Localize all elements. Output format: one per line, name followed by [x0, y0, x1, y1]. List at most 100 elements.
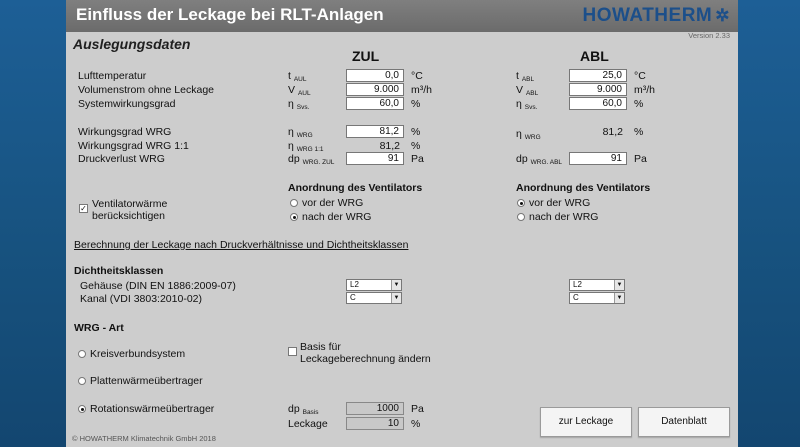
abl-kanal-select[interactable]: C ▼: [569, 292, 625, 304]
abl-temperature-unit: °C: [634, 70, 646, 82]
leckage-label: Leckage: [288, 418, 328, 430]
zul-wrg11-sym: η: [288, 140, 294, 152]
zul-t-sub: AUL: [293, 76, 307, 83]
abl-eta-sub: Svs.: [524, 104, 538, 111]
zul-eta-symbol: η Svs.: [288, 98, 310, 111]
zul-volume-input[interactable]: 9.000: [346, 83, 404, 96]
version-label: Version 2.33: [688, 31, 730, 40]
abl-dp-sub: WRG. ABL: [530, 159, 563, 166]
ventilatorwaerme-label-line1: Ventilatorwärme: [92, 198, 168, 210]
abl-system-efficiency-input[interactable]: 60,0: [569, 97, 627, 110]
zul-v-symbol: V AUL: [288, 84, 311, 97]
abl-gehaeuse-select[interactable]: L2 ▼: [569, 279, 625, 291]
berechnung-link[interactable]: Berechnung der Leckage nach Druckverhält…: [74, 239, 408, 251]
basis-checkbox[interactable]: [288, 347, 297, 356]
zul-wrg11-sub: WRG 1:1: [296, 146, 324, 153]
abl-eta-sym: η: [516, 98, 522, 110]
abl-t-symbol: t ABL: [516, 70, 534, 83]
zul-pressure-drop-unit: Pa: [411, 153, 424, 165]
zul-pressure-drop-input[interactable]: 91: [346, 152, 404, 165]
chevron-down-icon[interactable]: ▼: [391, 293, 401, 303]
abl-t-sym: t: [516, 70, 519, 82]
ventilatorwaerme-checkbox[interactable]: ✓: [79, 204, 88, 213]
dp-basis-sym: dp: [288, 403, 300, 415]
kreisverbund-radio[interactable]: [78, 350, 86, 358]
zul-anordnung-title: Anordnung des Ventilators: [288, 182, 423, 194]
rotation-label: Rotationswärmeübertrager: [90, 403, 215, 415]
abl-dp-sym: dp: [516, 153, 528, 165]
zul-kanal-value: C: [350, 293, 356, 302]
label-kanal: Kanal (VDI 3803:2010-02): [80, 293, 202, 305]
leckage-field: 10: [346, 417, 404, 430]
dp-basis-sub: Basis: [302, 409, 319, 416]
abl-v-symbol: V ABL: [516, 84, 538, 97]
zul-dp-sym: dp: [288, 153, 300, 165]
abl-system-efficiency-unit: %: [634, 98, 644, 110]
abl-after-wrg-radio[interactable]: [517, 213, 525, 221]
zul-column-header: ZUL: [352, 48, 380, 64]
label-wirkungsgrad-wrg: Wirkungsgrad WRG: [78, 126, 172, 138]
chevron-down-icon[interactable]: ▼: [614, 293, 624, 303]
zul-eta-sym: η: [288, 98, 294, 110]
abl-wrg-value: 81,2: [602, 126, 623, 138]
zul-system-efficiency-unit: %: [411, 98, 421, 110]
dp-basis-field: 1000: [346, 402, 404, 415]
abl-wrg-unit: %: [634, 126, 644, 138]
zul-wrg11-value: 81,2: [379, 140, 400, 152]
abl-before-wrg-radio[interactable]: [517, 199, 525, 207]
abl-dp-symbol: dp WRG. ABL: [516, 153, 563, 166]
zul-gehaeuse-value: L2: [350, 280, 359, 289]
abl-wrg-symbol: η WRG: [516, 128, 541, 141]
abl-v-sym: V: [516, 84, 524, 96]
label-druckverlust-wrg: Druckverlust WRG: [78, 153, 165, 165]
abl-volume-unit: m³/h: [634, 84, 655, 96]
zul-t-symbol: t AUL: [288, 70, 307, 83]
chevron-down-icon[interactable]: ▼: [614, 280, 624, 290]
label-volumenstrom: Volumenstrom ohne Leckage: [78, 84, 215, 96]
abl-wrg-sub: WRG: [524, 134, 541, 141]
zul-dp-sub: WRG. ZUL: [302, 159, 335, 166]
copyright-footer: © HOWATHERM Klimatechnik GmbH 2018: [72, 434, 216, 443]
zul-before-wrg-radio[interactable]: [290, 199, 298, 207]
rotation-radio[interactable]: [78, 405, 86, 413]
zul-temperature-input[interactable]: 0,0: [346, 69, 404, 82]
title-bar: Einfluss der Leckage bei RLT-Anlagen HOW…: [66, 0, 738, 32]
company-logo: HOWATHERM ✲: [583, 5, 731, 27]
platten-radio[interactable]: [78, 377, 86, 385]
abl-before-wrg-label: vor der WRG: [529, 197, 591, 209]
datenblatt-button[interactable]: Datenblatt: [638, 407, 730, 437]
section-title: Auslegungsdaten: [73, 36, 191, 52]
zul-eta-sub: Svs.: [296, 104, 310, 111]
label-wirkungsgrad-wrg-11: Wirkungsgrad WRG 1:1: [78, 140, 189, 152]
app-window: Einfluss der Leckage bei RLT-Anlagen HOW…: [66, 0, 738, 447]
abl-anordnung-title: Anordnung des Ventilators: [516, 182, 651, 194]
zul-temperature-unit: °C: [411, 70, 423, 82]
abl-pressure-drop-unit: Pa: [634, 153, 647, 165]
zul-dp-symbol: dp WRG. ZUL: [288, 153, 335, 166]
dichtheitsklassen-title: Dichtheitsklassen: [74, 265, 164, 277]
ventilatorwaerme-label-line2: berücksichtigen: [92, 210, 165, 222]
chevron-down-icon[interactable]: ▼: [391, 280, 401, 290]
label-systemwirkungsgrad: Systemwirkungsgrad: [78, 98, 176, 110]
zul-wrg-sub: WRG: [296, 132, 313, 139]
abl-volume-input[interactable]: 9.000: [569, 83, 627, 96]
zul-wrg11-unit: %: [411, 140, 421, 152]
zul-gehaeuse-select[interactable]: L2 ▼: [346, 279, 402, 291]
abl-kanal-value: C: [573, 293, 579, 302]
abl-pressure-drop-input[interactable]: 91: [569, 152, 627, 165]
zul-wrg-efficiency-input[interactable]: 81,2: [346, 125, 404, 138]
basis-label-line1: Basis für: [300, 341, 341, 353]
zul-wrg-symbol: η WRG: [288, 126, 313, 139]
abl-temperature-input[interactable]: 25,0: [569, 69, 627, 82]
zur-leckage-button[interactable]: zur Leckage: [540, 407, 632, 437]
kreisverbund-label: Kreisverbundsystem: [90, 348, 186, 360]
zul-system-efficiency-input[interactable]: 60,0: [346, 97, 404, 110]
abl-wrg-sym: η: [516, 128, 522, 140]
label-lufttemperatur: Lufttemperatur: [78, 70, 147, 82]
zul-v-sub: AUL: [297, 90, 311, 97]
logo-text: HOWATHERM: [582, 5, 713, 26]
zul-kanal-select[interactable]: C ▼: [346, 292, 402, 304]
basis-label-line2: Leckageberechnung ändern: [300, 353, 431, 365]
zul-after-wrg-radio[interactable]: [290, 213, 298, 221]
zul-before-wrg-label: vor der WRG: [302, 197, 364, 209]
